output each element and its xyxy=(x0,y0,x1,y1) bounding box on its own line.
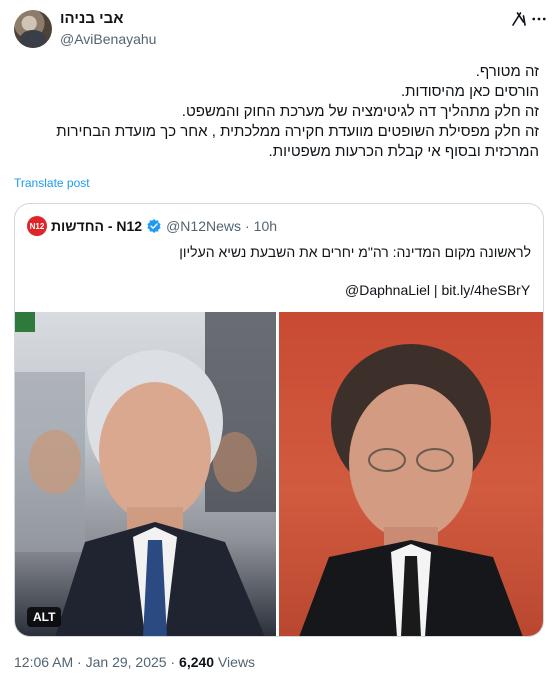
quoted-author-name[interactable]: החדשות - N12 xyxy=(51,218,142,234)
quoted-link-line[interactable]: @DaphnaLiel | bit.ly/4heSBrY xyxy=(345,280,530,300)
author-avatar[interactable] xyxy=(14,10,52,48)
tweet-line: זה חלק מתהליך דה לגיטימציה של מערכת החוק… xyxy=(181,103,539,120)
author-display-name[interactable]: אבי בניהו xyxy=(60,9,156,28)
quoted-media[interactable]: ALT xyxy=(15,312,543,636)
views-count: 6,240 xyxy=(179,654,215,670)
quoted-text: לראשונה מקום המדינה: רה"מ יחרים את השבעת… xyxy=(179,244,531,260)
n12-logo[interactable]: N12 xyxy=(27,216,47,236)
meta-separator: · xyxy=(245,218,250,234)
quoted-time[interactable]: 10h xyxy=(254,218,277,234)
tweet-text: זה מטורף. הורסים כאן מהיסודות. זה חלק מת… xyxy=(13,62,539,162)
tweet-footer: 12:06 AM · Jan 29, 2025 · 6,240 Views xyxy=(14,654,255,670)
post-date[interactable]: Jan 29, 2025 xyxy=(86,654,167,670)
photo-right[interactable] xyxy=(279,312,543,636)
more-options-icon[interactable] xyxy=(530,10,548,28)
verified-badge-icon xyxy=(147,219,161,233)
tweet-line: הורסים כאן מהיסודות. xyxy=(401,83,539,100)
post-time[interactable]: 12:06 AM xyxy=(14,654,73,670)
tweet-line: זה מטורף. xyxy=(475,63,539,80)
tweet-header: אבי בניהו @AviBenayahu xyxy=(14,8,546,50)
quoted-tweet-header: N12 החדשות - N12 @N12News · 10h xyxy=(27,216,277,236)
tweet-line: המרכזית ובסוף אי קבלת הכרעות משפטיות. xyxy=(268,143,539,160)
grok-icon[interactable] xyxy=(510,10,528,28)
views-label: Views xyxy=(214,654,256,670)
author-names: אבי בניהו @AviBenayahu xyxy=(60,9,156,49)
quoted-tweet[interactable]: N12 החדשות - N12 @N12News · 10h לראשונה … xyxy=(14,203,544,637)
footer-separator: · xyxy=(73,654,86,670)
footer-separator: · xyxy=(166,654,180,670)
author-handle[interactable]: @AviBenayahu xyxy=(60,30,156,49)
alt-text-badge[interactable]: ALT xyxy=(27,607,62,627)
avatar-figure xyxy=(20,30,46,48)
quoted-author-handle[interactable]: @N12News xyxy=(166,218,241,234)
tweet-line: זה חלק מפסילת השופטים מוועדת חקירה ממלכת… xyxy=(56,123,539,140)
photo-right-illustration xyxy=(299,344,523,636)
photo-left[interactable]: ALT xyxy=(15,312,276,636)
photo-left-illustration xyxy=(15,312,276,636)
translate-post-link[interactable]: Translate post xyxy=(14,176,90,190)
